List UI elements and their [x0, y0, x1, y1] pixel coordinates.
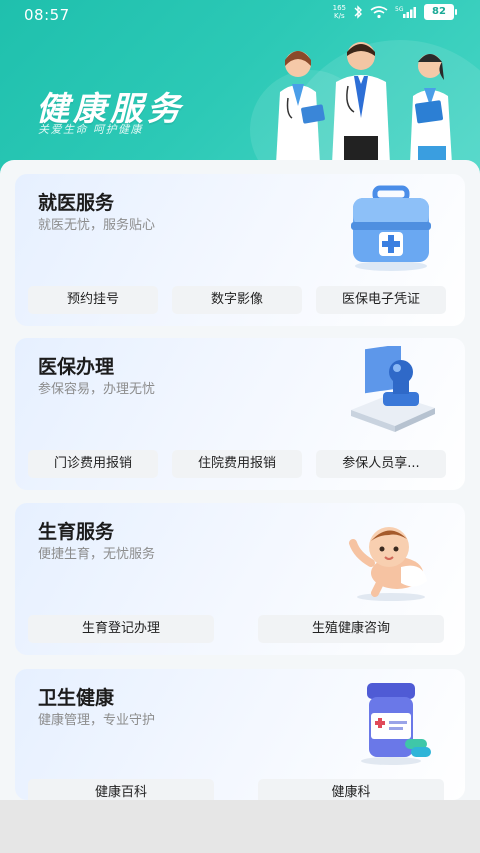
section-card-medical: 就医服务 就医无忧，服务贴心 预约挂号 数字影像 医保电子凭证	[15, 174, 465, 326]
svg-text:5G: 5G	[395, 6, 404, 13]
section-title: 医保办理	[38, 356, 115, 378]
medicine-bottle-icon	[361, 683, 431, 765]
section-subtitle: 健康管理，专业守护	[38, 713, 156, 728]
section-subtitle: 就医无忧，服务贴心	[38, 218, 156, 233]
net-speed-value: 165	[332, 4, 346, 12]
btn-health-science[interactable]: 健康科	[258, 779, 444, 800]
status-bar: 08:57 165 K/s 5G 82	[0, 0, 480, 30]
section-title: 卫生健康	[38, 687, 115, 709]
section-card-insurance: 医保办理 参保容易，办理无忧 门诊费用报销 住院费用报销 参保人员享...	[15, 338, 465, 490]
bluetooth-icon	[354, 5, 362, 19]
btn-outpatient-reimbursement[interactable]: 门诊费用报销	[28, 450, 158, 478]
status-time: 08:57	[24, 6, 70, 24]
navigation-bar-area	[0, 800, 480, 853]
btn-reproductive-consult[interactable]: 生殖健康咨询	[258, 615, 444, 643]
section-title: 生育服务	[38, 521, 115, 543]
btn-birth-registration[interactable]: 生育登记办理	[28, 615, 214, 643]
signal-icon: 5G	[395, 6, 416, 18]
baby-icon	[349, 527, 427, 601]
page-subtitle: 关爱生命 呵护健康	[38, 123, 143, 136]
section-card-maternity: 生育服务 便捷生育，无忧服务 生育登记办理 生殖健康咨询	[15, 503, 465, 655]
section-title: 就医服务	[38, 192, 115, 214]
btn-appointment[interactable]: 预约挂号	[28, 286, 158, 314]
doctors-illustration	[276, 42, 452, 164]
section-card-health: 卫生健康 健康管理，专业守护 健康百科 健康科	[15, 669, 465, 800]
section-subtitle: 便捷生育，无忧服务	[38, 547, 156, 562]
medical-kit-icon	[351, 185, 431, 271]
net-speed: 165 K/s	[333, 4, 346, 20]
stamp-icon	[351, 346, 435, 432]
btn-inpatient-reimbursement[interactable]: 住院费用报销	[172, 450, 302, 478]
net-speed-unit: K/s	[334, 12, 345, 20]
wifi-icon	[370, 6, 388, 19]
section-subtitle: 参保容易，办理无忧	[38, 382, 156, 397]
btn-health-encyclopedia[interactable]: 健康百科	[28, 779, 214, 800]
btn-digital-imaging[interactable]: 数字影像	[172, 286, 302, 314]
battery-indicator: 82	[424, 4, 457, 20]
btn-insured-benefits[interactable]: 参保人员享...	[316, 450, 446, 478]
btn-insurance-certificate[interactable]: 医保电子凭证	[316, 286, 446, 314]
